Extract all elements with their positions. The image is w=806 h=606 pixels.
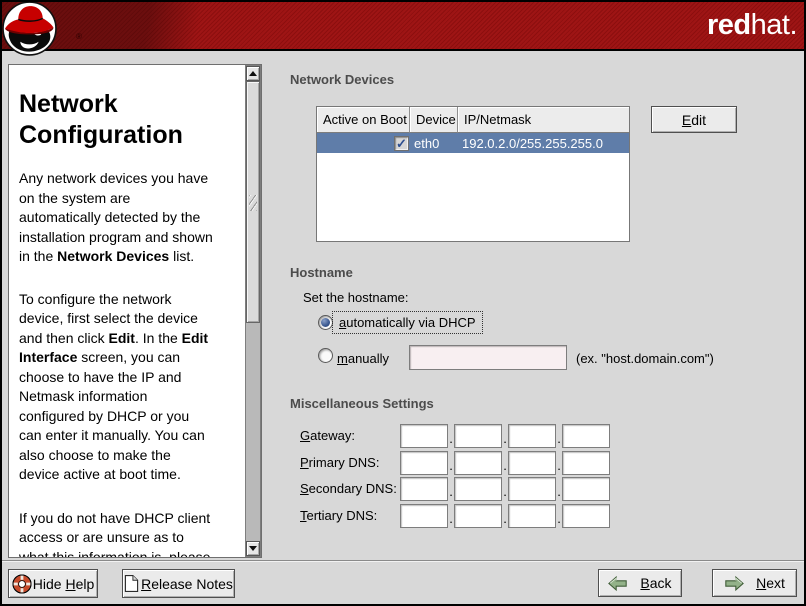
edit-button[interactable]: Edit (651, 106, 737, 133)
hostname-header: Hostname (290, 265, 353, 280)
help-scrollbar[interactable] (245, 65, 261, 557)
help-paragraph-3: If you do not have DHCP client access or… (19, 509, 237, 559)
tertiary-dns-octet-2[interactable] (454, 504, 502, 528)
tertiary-dns-octet-1[interactable] (400, 504, 448, 528)
back-button[interactable]: Back (598, 569, 682, 597)
help-title: Network Configuration (19, 89, 237, 151)
hostname-input[interactable] (409, 345, 567, 370)
secondary-dns-row: Secondary DNS: ... (300, 476, 610, 501)
wordmark-period: . (789, 9, 797, 41)
active-on-boot-cell: ✓ (317, 136, 410, 151)
device-cell: eth0 (410, 136, 458, 151)
help-content: Network Configuration Any network device… (19, 65, 237, 558)
manual-hostname-label[interactable]: manually (337, 351, 389, 366)
gateway-octet-2[interactable] (454, 424, 502, 448)
primary-dns-octet-3[interactable] (508, 451, 556, 475)
automatic-dhcp-label[interactable]: automatically via DHCP (332, 311, 483, 334)
arrow-up-icon (249, 71, 257, 76)
column-header-device[interactable]: Device (410, 107, 458, 133)
help-paragraph-2: To configure the network device, first s… (19, 290, 237, 485)
redhat-shadowman-logo-icon (2, 1, 57, 56)
scrollbar-thumb[interactable] (246, 81, 260, 323)
secondary-dns-octet-4[interactable] (562, 477, 610, 501)
network-devices-header: Network Devices (290, 72, 394, 87)
registered-trademark: ® (76, 32, 82, 41)
gateway-octet-4[interactable] (562, 424, 610, 448)
tertiary-dns-octet-3[interactable] (508, 504, 556, 528)
redhat-banner: redhat. (0, 0, 806, 51)
radio-automatic-dhcp[interactable] (318, 315, 333, 330)
tertiary-dns-row: Tertiary DNS: ... (300, 503, 610, 528)
tertiary-dns-octet-4[interactable] (562, 504, 610, 528)
next-button[interactable]: Next (712, 569, 797, 597)
primary-dns-octet-2[interactable] (454, 451, 502, 475)
primary-dns-octet-1[interactable] (400, 451, 448, 475)
hide-help-button[interactable]: Hide Help (8, 569, 98, 598)
gateway-octet-1[interactable] (400, 424, 448, 448)
hostname-hint: (ex. "host.domain.com") (576, 351, 714, 366)
miscellaneous-settings-header: Miscellaneous Settings (290, 396, 434, 411)
network-devices-table: Active on Boot Device IP/Netmask ✓ eth0 … (316, 106, 630, 242)
secondary-dns-octet-2[interactable] (454, 477, 502, 501)
installer-window: redhat. ® Network Configuration Any netw… (0, 0, 806, 606)
gateway-row: Gateway: ... (300, 423, 610, 448)
wordmark-red: red (707, 9, 751, 41)
scroll-up-button[interactable] (246, 66, 260, 81)
secondary-dns-octet-1[interactable] (400, 477, 448, 501)
tertiary-dns-label: Tertiary DNS: (300, 508, 400, 523)
scroll-down-button[interactable] (246, 541, 260, 556)
life-ring-icon (12, 574, 32, 594)
gateway-label: Gateway: (300, 428, 400, 443)
release-notes-button[interactable]: Release Notes (122, 569, 235, 598)
gateway-octet-3[interactable] (508, 424, 556, 448)
table-header-row: Active on Boot Device IP/Netmask (317, 107, 629, 133)
help-panel: Network Configuration Any network device… (8, 64, 262, 558)
set-hostname-label: Set the hostname: (303, 290, 409, 305)
secondary-dns-octet-3[interactable] (508, 477, 556, 501)
ip-netmask-cell: 192.0.2.0/255.255.255.0 (458, 136, 629, 151)
redhat-wordmark: redhat. (707, 9, 797, 42)
primary-dns-row: Primary DNS: ... (300, 450, 610, 475)
back-arrow-icon (608, 575, 628, 592)
next-arrow-icon (724, 575, 744, 592)
column-header-ip-netmask[interactable]: IP/Netmask (458, 107, 629, 133)
wordmark-hat: hat (751, 9, 790, 41)
footer-divider (0, 560, 806, 562)
radio-manual-hostname[interactable] (318, 348, 333, 363)
primary-dns-octet-4[interactable] (562, 451, 610, 475)
primary-dns-label: Primary DNS: (300, 455, 400, 470)
secondary-dns-label: Secondary DNS: (300, 481, 400, 496)
table-row-eth0[interactable]: ✓ eth0 192.0.2.0/255.255.255.0 (317, 133, 629, 153)
column-header-active-on-boot[interactable]: Active on Boot (317, 107, 410, 133)
document-icon (124, 574, 139, 593)
arrow-down-icon (249, 546, 257, 551)
help-paragraph-1: Any network devices you have on the syst… (19, 169, 237, 267)
scrollbar-grip-icon (249, 195, 257, 211)
active-on-boot-checkbox[interactable]: ✓ (394, 136, 409, 151)
